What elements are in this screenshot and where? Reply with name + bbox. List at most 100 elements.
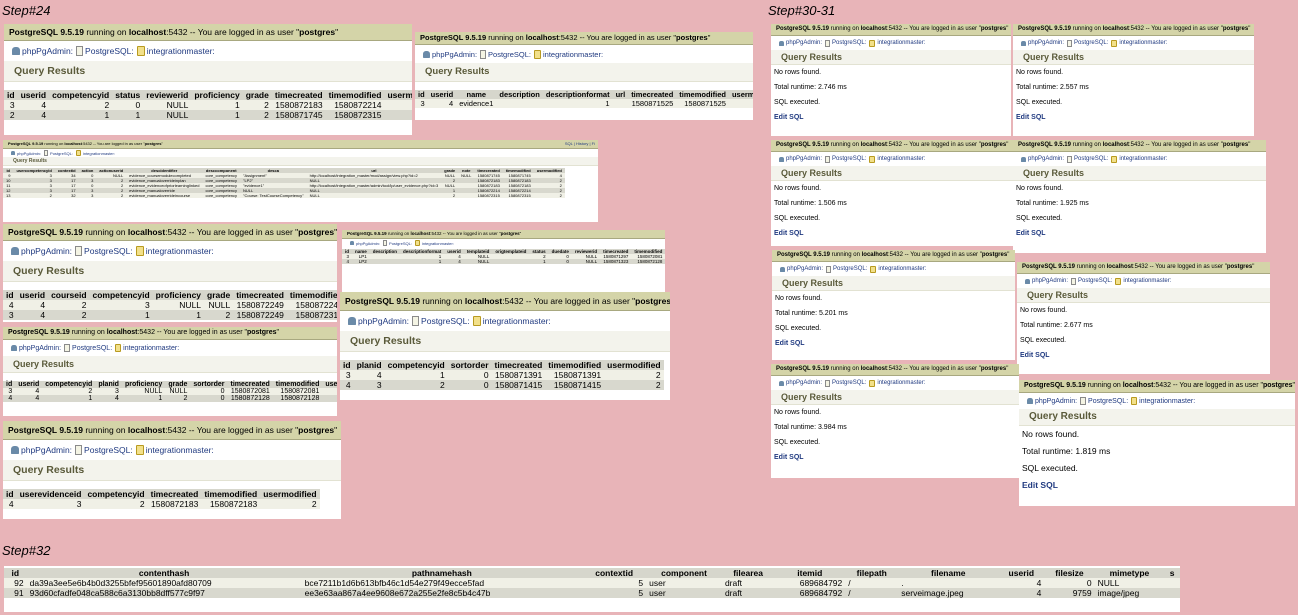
crumb-database[interactable]: integrationmaster: [123, 345, 177, 352]
edit-sql-link[interactable]: Edit SQL: [1017, 348, 1270, 363]
column-header-descriptionformat[interactable]: descriptionformat: [400, 249, 445, 254]
column-header-proficiency[interactable]: proficiency: [152, 290, 205, 300]
crumb-phppgadmin[interactable]: phpPgAdmin: [22, 46, 71, 56]
crumb-phppgadmin[interactable]: phpPgAdmin: [1028, 156, 1062, 162]
crumb-server[interactable]: PostgreSQL: [1088, 398, 1126, 405]
column-header-usermodified[interactable]: usermodified: [260, 489, 320, 499]
crumb-server[interactable]: PostgreSQL: [1078, 278, 1111, 284]
crumb-database[interactable]: integrationmaster: [877, 40, 923, 46]
column-header-id[interactable]: id: [4, 568, 27, 578]
crumb-database[interactable]: integrationmaster: [483, 316, 549, 326]
column-header-id[interactable]: id: [3, 381, 16, 388]
crumb-phppgadmin[interactable]: phpPgAdmin: [1028, 40, 1062, 46]
crumb-phppgadmin[interactable]: phpPgAdmin: [786, 156, 820, 162]
column-header-filearea[interactable]: filearea: [721, 568, 775, 578]
crumb-server[interactable]: PostgreSQL: [50, 151, 72, 156]
crumb-database[interactable]: integrationmaster: [877, 380, 923, 386]
column-header-status[interactable]: status: [112, 90, 144, 100]
edit-sql-link[interactable]: Edit SQL: [1019, 477, 1295, 494]
column-header-timemodified[interactable]: timemodified: [286, 290, 337, 300]
column-header-name[interactable]: name: [456, 90, 497, 99]
edit-sql-link[interactable]: Edit SQL: [1013, 226, 1266, 241]
column-header-timecreated[interactable]: timecreated: [227, 381, 273, 388]
crumb-phppgadmin[interactable]: phpPgAdmin: [21, 246, 70, 256]
edit-sql-link[interactable]: Edit SQL: [771, 110, 1011, 125]
column-header-usermodified[interactable]: usermodified: [604, 360, 664, 370]
column-header-userid[interactable]: userid: [15, 381, 43, 388]
column-header-timemodified[interactable]: timemodified: [272, 381, 323, 388]
edit-sql-link[interactable]: Edit SQL: [772, 336, 1015, 351]
crumb-phppgadmin[interactable]: phpPgAdmin: [1035, 398, 1075, 405]
crumb-database[interactable]: integrationmaster: [1119, 40, 1165, 46]
crumb-server[interactable]: PostgreSQL: [833, 266, 866, 272]
column-header-proficiency[interactable]: proficiency: [121, 381, 166, 388]
column-header-timecreated[interactable]: timecreated: [491, 360, 546, 370]
column-header-competencyid[interactable]: competencyid: [89, 290, 153, 300]
crumb-server[interactable]: PostgreSQL: [488, 50, 529, 59]
column-header-grade[interactable]: grade: [242, 90, 272, 100]
column-header-reviewerid[interactable]: reviewerid: [143, 90, 192, 100]
crumb-phppgadmin[interactable]: phpPgAdmin: [787, 266, 821, 272]
column-header-description[interactable]: description: [369, 249, 401, 254]
crumb-server[interactable]: PostgreSQL: [389, 241, 411, 246]
column-header-userid[interactable]: userid: [998, 568, 1045, 578]
crumb-server[interactable]: PostgreSQL: [84, 445, 130, 455]
edit-sql-link[interactable]: Edit SQL: [1013, 110, 1254, 125]
column-header-competencyid[interactable]: competencyid: [384, 360, 448, 370]
column-header-itemid[interactable]: itemid: [774, 568, 846, 578]
column-header-s[interactable]: s: [1164, 568, 1180, 578]
crumb-server[interactable]: PostgreSQL: [832, 40, 865, 46]
column-header-competencyid[interactable]: competencyid: [84, 489, 148, 499]
crumb-phppgadmin[interactable]: phpPgAdmin: [356, 241, 379, 246]
column-header-sortorder[interactable]: sortorder: [447, 360, 492, 370]
edit-sql-link[interactable]: Edit SQL: [771, 226, 1013, 241]
crumb-server[interactable]: PostgreSQL: [84, 246, 130, 256]
column-header-timecreated[interactable]: timecreated: [147, 489, 202, 499]
crumb-server[interactable]: PostgreSQL: [1074, 156, 1107, 162]
column-header-timecreated[interactable]: timecreated: [233, 290, 287, 300]
column-header-planid[interactable]: planid: [353, 360, 385, 370]
column-header-id[interactable]: id: [415, 90, 428, 99]
column-header-contenthash[interactable]: contenthash: [26, 568, 302, 578]
column-header-courseid[interactable]: courseid: [48, 290, 90, 300]
crumb-phppgadmin[interactable]: phpPgAdmin: [19, 345, 59, 352]
column-header-description[interactable]: description: [496, 90, 543, 99]
crumb-database[interactable]: integrationmaster: [543, 50, 601, 59]
crumb-database[interactable]: integrationmaster: [83, 151, 114, 156]
column-header-filename[interactable]: filename: [898, 568, 999, 578]
column-header-grade[interactable]: grade: [165, 381, 191, 388]
column-header-filepath[interactable]: filepath: [845, 568, 899, 578]
crumb-phppgadmin[interactable]: phpPgAdmin: [21, 445, 70, 455]
column-header-timemodified[interactable]: timemodified: [545, 360, 605, 370]
column-header-planid[interactable]: planid: [95, 381, 122, 388]
crumb-server[interactable]: PostgreSQL: [832, 156, 865, 162]
column-header-timecreated[interactable]: timecreated: [271, 90, 326, 100]
crumb-database[interactable]: integrationmaster: [146, 445, 212, 455]
column-header-userid[interactable]: userid: [16, 290, 49, 300]
column-header-timemodified[interactable]: timemodified: [676, 90, 729, 99]
column-header-timecreated[interactable]: timecreated: [628, 90, 677, 99]
column-header-userevidenceid[interactable]: userevidenceid: [16, 489, 85, 499]
column-header-origtemplateid[interactable]: origtemplateid: [492, 249, 530, 254]
column-header-id[interactable]: id: [3, 489, 17, 499]
column-header-grade[interactable]: grade: [204, 290, 234, 300]
column-header-timemodified[interactable]: timemodified: [201, 489, 261, 499]
column-header-contextid[interactable]: contextid: [582, 568, 647, 578]
column-header-usercompetencyid[interactable]: usercompetencyid: [13, 168, 55, 173]
column-header-pathnamehash[interactable]: pathnamehash: [301, 568, 583, 578]
crumb-phppgadmin[interactable]: phpPgAdmin: [358, 316, 407, 326]
crumb-database[interactable]: integrationmaster: [422, 241, 453, 246]
column-header-timemodified[interactable]: timemodified: [325, 90, 385, 100]
crumb-phppgadmin[interactable]: phpPgAdmin: [1032, 278, 1066, 284]
column-header-sortorder[interactable]: sortorder: [190, 381, 228, 388]
crumb-database[interactable]: integrationmaster: [147, 46, 213, 56]
column-header-filesize[interactable]: filesize: [1044, 568, 1095, 578]
column-header-usermodified[interactable]: usermodified: [728, 90, 753, 99]
column-header-id[interactable]: id: [4, 90, 18, 100]
column-header-userid[interactable]: userid: [427, 90, 457, 99]
crumb-server[interactable]: PostgreSQL: [421, 316, 467, 326]
column-header-proficiency[interactable]: proficiency: [191, 90, 243, 100]
column-header-descriptionformat[interactable]: descriptionformat: [542, 90, 613, 99]
column-header-component[interactable]: component: [646, 568, 722, 578]
crumb-database[interactable]: integrationmaster: [878, 266, 924, 272]
